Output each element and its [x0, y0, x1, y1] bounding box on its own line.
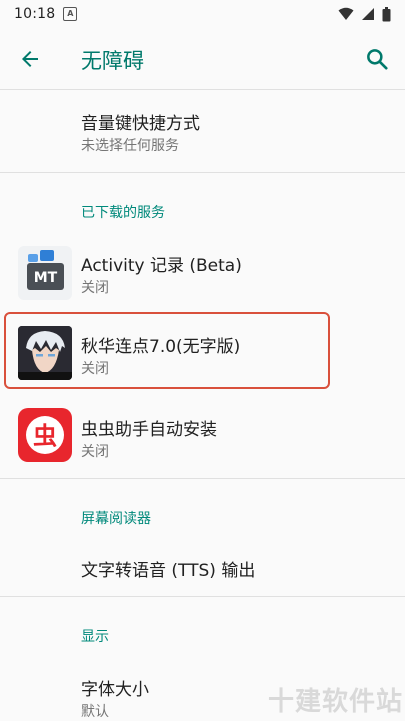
font-size-title: 字体大小: [81, 680, 149, 700]
volume-shortcut-title: 音量键快捷方式: [81, 114, 200, 134]
battery-icon: [382, 6, 391, 21]
section-header-downloaded: 已下载的服务: [81, 205, 165, 221]
service-item-activity[interactable]: MT Activity 记录 (Beta) 关闭: [0, 232, 405, 310]
volume-shortcut-subtitle: 未选择任何服务: [81, 138, 179, 154]
divider: [0, 478, 405, 479]
font-size-subtitle: 默认: [81, 704, 109, 720]
highlight-box: [4, 312, 330, 389]
status-bar: 10:18 A: [0, 0, 405, 28]
volume-shortcut-item[interactable]: 音量键快捷方式 未选择任何服务: [0, 91, 405, 172]
section-header-display: 显示: [81, 629, 109, 645]
cellular-icon: [362, 8, 374, 20]
service-status: 关闭: [81, 280, 109, 296]
search-icon[interactable]: [364, 46, 390, 72]
watermark: 十建软件站: [267, 687, 403, 717]
service-title: 虫虫助手自动安装: [81, 420, 217, 440]
service-title: Activity 记录 (Beta): [81, 256, 242, 276]
app-bar: 无障碍: [0, 28, 405, 90]
service-item-chongchong[interactable]: 虫 虫虫助手自动安装 关闭: [0, 395, 405, 475]
mt-icon-text: MT: [34, 270, 58, 286]
divider: [0, 172, 405, 173]
chongchong-app-icon: 虫: [18, 408, 72, 462]
back-arrow-icon[interactable]: [18, 47, 42, 71]
service-status: 关闭: [81, 444, 109, 460]
mt-app-icon: MT: [18, 246, 72, 300]
tts-output-item[interactable]: 文字转语音 (TTS) 输出: [0, 536, 405, 596]
page-title: 无障碍: [81, 49, 144, 73]
divider: [0, 596, 405, 597]
wifi-icon: [338, 7, 354, 20]
notification-icon: A: [63, 7, 78, 21]
chongchong-icon-text: 虫: [33, 422, 57, 450]
tts-title: 文字转语音 (TTS) 输出: [81, 561, 256, 581]
section-header-screen-readers: 屏幕阅读器: [81, 511, 151, 527]
status-time: 10:18: [14, 6, 56, 22]
